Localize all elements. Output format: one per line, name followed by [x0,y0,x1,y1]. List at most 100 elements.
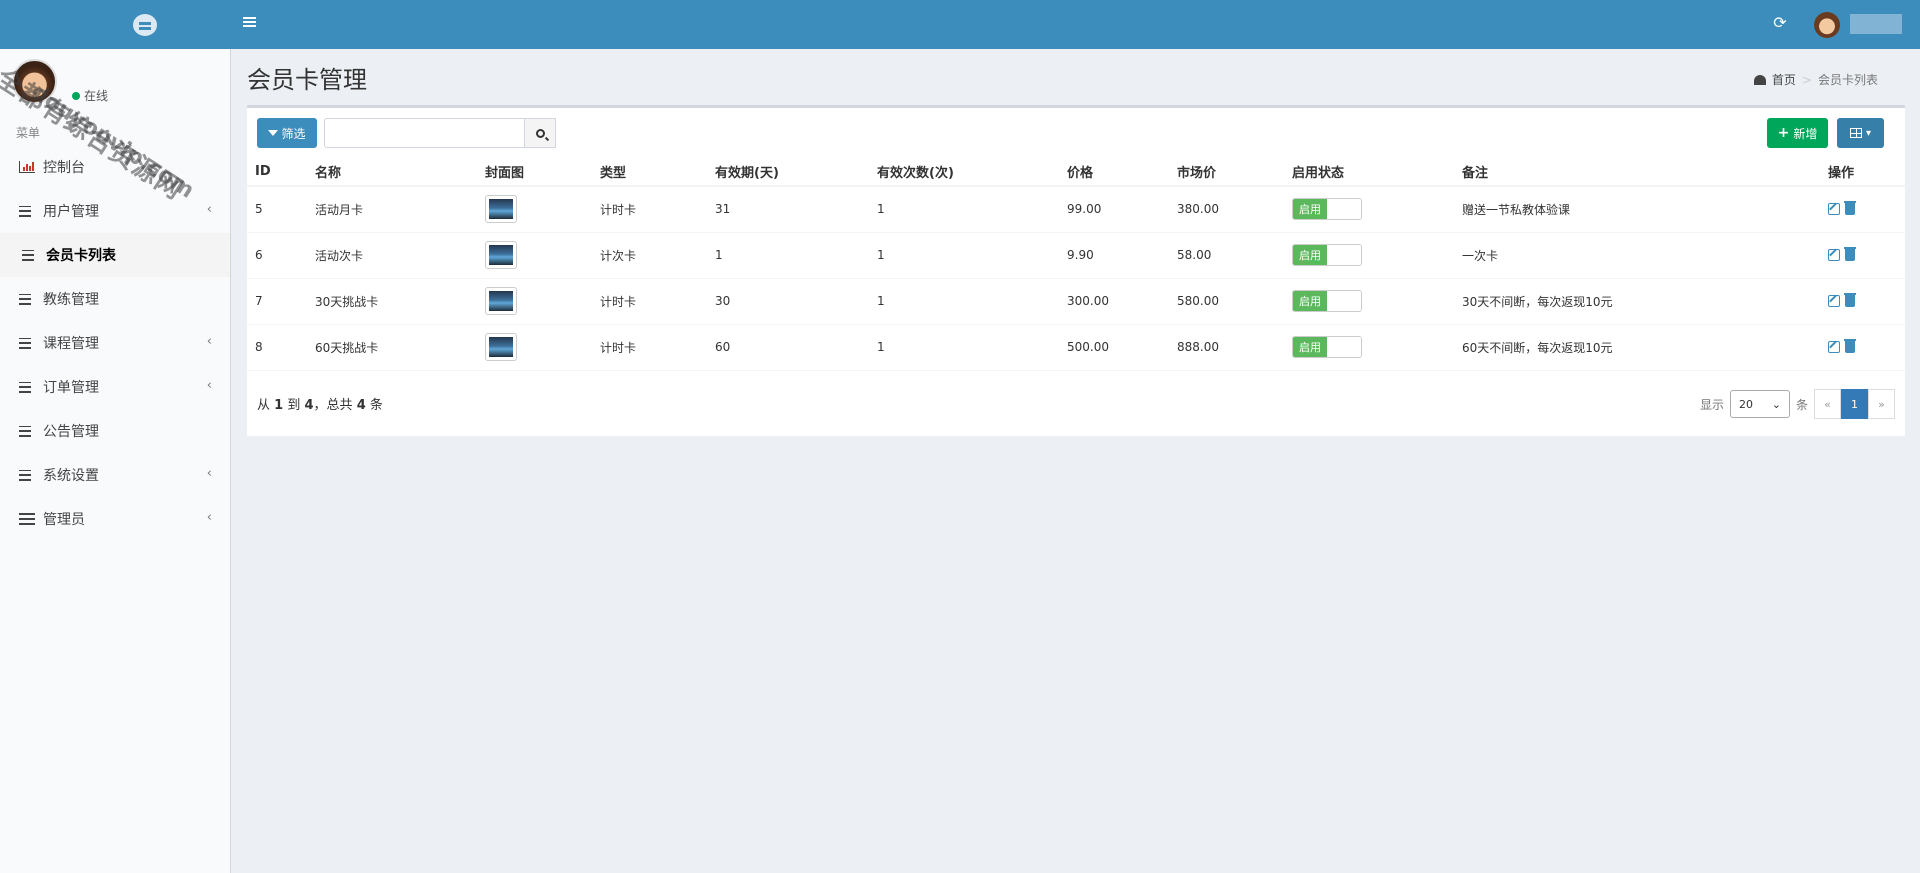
add-button[interactable]: + 新增 [1767,118,1828,148]
cell-cover [477,324,592,371]
sidebar-item-label: 教练管理 [43,292,99,308]
cell-name: 活动月卡 [307,186,477,233]
status-toggle[interactable]: 启用 [1292,198,1362,221]
cell-market-price: 888.00 [1169,324,1284,371]
chevron-left-icon: ‹ [206,510,212,525]
edit-icon[interactable] [1828,295,1840,307]
columns-toggle-button[interactable]: ▾ [1837,118,1884,148]
cell-valid-times: 1 [869,186,1059,233]
cell-id: 5 [247,186,307,233]
sidebar-item-1[interactable]: 用户管理 ‹ [0,189,230,233]
cover-thumbnail[interactable] [485,287,517,315]
status-toggle[interactable]: 启用 [1292,290,1362,312]
sidebar-item-4[interactable]: 课程管理 ‹ [0,321,230,365]
cell-id: 7 [247,278,307,325]
hamburger-icon[interactable] [243,15,257,33]
trash-icon[interactable] [1844,201,1856,216]
dashboard-icon [1753,74,1766,85]
cover-thumbnail[interactable] [485,195,517,224]
cell-market-price: 58.00 [1169,232,1284,279]
list-icon [19,204,35,218]
status-toggle-knob [1327,245,1361,265]
trash-icon[interactable] [1844,339,1856,353]
filter-button[interactable]: 筛选 [257,118,317,148]
cell-status: 启用 [1284,186,1454,233]
cell-cover [477,232,592,279]
column-header[interactable]: 启用状态 [1284,157,1454,187]
cell-name: 30天挑战卡 [307,278,477,325]
pager-to: 4 [304,398,314,413]
table-body: 5 活动月卡 计时卡 31 1 99.00 380.00 启用 赠送一节私教体验课 6 活动次卡 计次… [247,186,1905,371]
user-avatar[interactable] [1814,12,1840,38]
pager-total-label: ，总共 [313,398,353,413]
sidebar-item-6[interactable]: 公告管理 [0,409,230,453]
status-toggle-label: 启用 [1293,245,1327,265]
page-size-value: 20 [1738,397,1753,411]
column-header[interactable]: ID [247,157,307,187]
column-header[interactable]: 名称 [307,157,477,187]
cell-valid-days: 31 [707,186,869,233]
cell-price: 500.00 [1059,324,1169,371]
sidebar: 在线 菜单 控制台 用户管理 ‹ 会员卡列表 教练管理 课程管理 ‹ 订单管理 ‹ 公告管理 系统设… [0,49,231,873]
column-header[interactable]: 类型 [592,157,707,187]
list-icon [22,248,38,262]
cell-valid-times: 1 [869,278,1059,325]
refresh-icon[interactable]: ⟳ [1770,13,1790,33]
search-icon [535,128,545,138]
bar-chart-icon [19,161,35,173]
next-page-button[interactable]: » [1868,389,1895,419]
cell-type: 计时卡 [592,278,707,325]
prev-page-button[interactable]: « [1814,389,1841,419]
status-toggle[interactable]: 启用 [1292,244,1362,266]
card-list-box: 筛选 + 新增 ▾ ID 名称 封面图 类型 有效期(天) 有效次数(次) 价格 市场价 启用状… [247,105,1905,436]
search-button[interactable] [524,118,556,148]
page-button-current[interactable]: 1 [1841,389,1868,419]
search-input[interactable] [324,118,525,148]
list-icon [19,380,35,394]
pager-to-label: 到 [287,398,301,413]
cell-status: 启用 [1284,324,1454,371]
logo[interactable] [0,0,231,49]
chevron-left-icon: ‹ [206,202,212,217]
column-header[interactable]: 市场价 [1169,157,1284,187]
column-header[interactable]: 操作 [1820,157,1905,187]
cell-id: 6 [247,232,307,279]
edit-icon[interactable] [1828,341,1840,353]
breadcrumb-home[interactable]: 首页 [1772,71,1796,88]
sidebar-menu: 控制台 用户管理 ‹ 会员卡列表 教练管理 课程管理 ‹ 订单管理 ‹ 公告管理 系统设置 ‹ 管理员 ‹ [0,145,230,541]
status-toggle-label: 启用 [1293,199,1327,220]
sidebar-item-2[interactable]: 会员卡列表 [0,233,230,277]
breadcrumb-separator: > [1801,72,1812,87]
cell-actions [1820,186,1905,233]
status-toggle-knob [1327,199,1361,220]
pager-total: 4 [356,398,366,413]
page-size-select[interactable]: 20 ⌄ [1729,390,1790,418]
cell-cover [477,278,592,325]
sidebar-item-8[interactable]: 管理员 ‹ [0,497,230,541]
user-name-blurred[interactable] [1850,14,1902,34]
status-toggle[interactable]: 启用 [1292,336,1362,358]
trash-icon[interactable] [1844,247,1856,261]
status-toggle-knob [1327,291,1361,311]
sidebar-item-5[interactable]: 订单管理 ‹ [0,365,230,409]
chevron-left-icon: ‹ [206,466,212,481]
cell-note: 赠送一节私教体验课 [1454,186,1820,233]
cover-thumbnail[interactable] [485,241,517,269]
top-navbar: ⟳ [0,0,1920,49]
list-icon [19,292,35,306]
edit-icon[interactable] [1828,203,1840,216]
cover-thumbnail[interactable] [485,333,517,361]
column-header[interactable]: 有效期(天) [707,157,869,187]
edit-icon[interactable] [1828,249,1840,261]
column-header[interactable]: 价格 [1059,157,1169,187]
trash-icon[interactable] [1844,293,1856,307]
breadcrumb: 首页 > 会员卡列表 [1753,71,1878,88]
table-row: 8 60天挑战卡 计时卡 60 1 500.00 888.00 启用 60天不间断，每次返现10… [247,324,1905,371]
sidebar-item-3[interactable]: 教练管理 [0,277,230,321]
cell-valid-days: 1 [707,232,869,279]
column-header[interactable]: 封面图 [477,157,592,187]
column-header[interactable]: 备注 [1454,157,1820,187]
sidebar-item-7[interactable]: 系统设置 ‹ [0,453,230,497]
sidebar-item-label: 公告管理 [43,424,99,440]
column-header[interactable]: 有效次数(次) [869,157,1059,187]
